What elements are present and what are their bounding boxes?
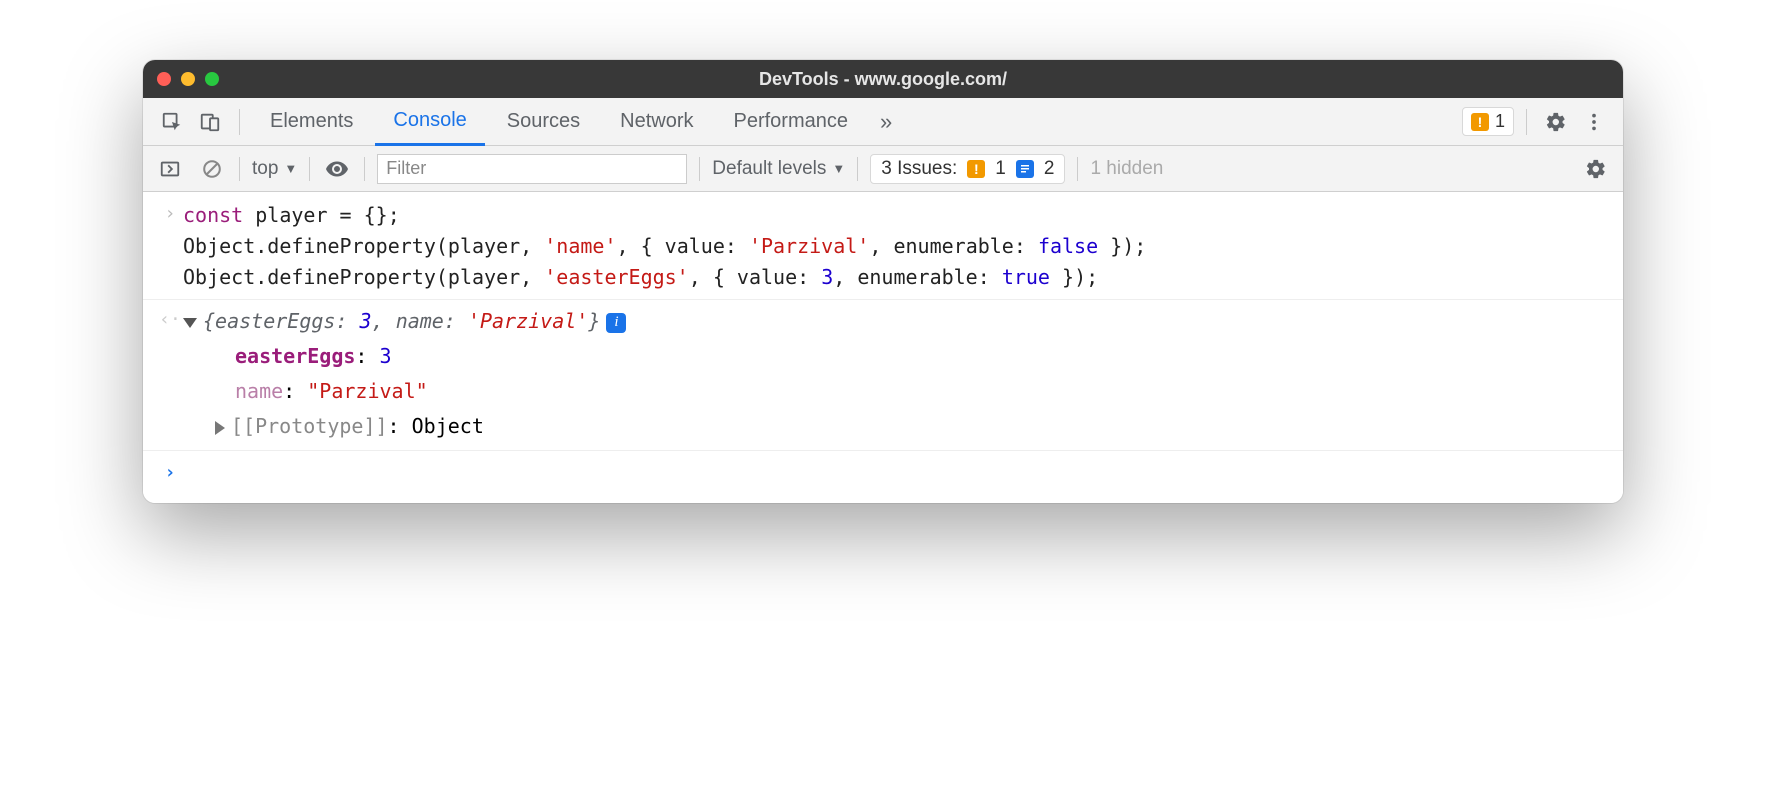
object-preview[interactable]: {easterEggs: 3, name: 'Parzival'}i xyxy=(183,306,1611,337)
devtools-window: DevTools - www.google.com/ Elements Cons… xyxy=(143,60,1623,503)
context-label: top xyxy=(252,158,278,180)
console-prompt-row[interactable]: › xyxy=(143,450,1623,489)
issues-info-count: 2 xyxy=(1044,158,1055,180)
separator xyxy=(1526,109,1527,135)
clear-console-icon[interactable] xyxy=(197,154,227,184)
tab-sources[interactable]: Sources xyxy=(489,98,598,145)
tab-elements[interactable]: Elements xyxy=(252,98,371,145)
log-levels-dropdown[interactable]: Default levels ▼ xyxy=(712,158,845,180)
tabs-overflow-button[interactable]: » xyxy=(870,109,902,135)
warnings-count: 1 xyxy=(1495,111,1505,132)
device-toggle-icon[interactable] xyxy=(193,105,227,139)
main-tabbar: Elements Console Sources Network Perform… xyxy=(143,98,1623,146)
kebab-menu-icon[interactable] xyxy=(1577,105,1611,139)
console-body: › const player = {}; Object.defineProper… xyxy=(143,192,1623,503)
issues-label: 3 Issues: xyxy=(881,158,957,180)
tab-performance[interactable]: Performance xyxy=(716,98,867,145)
sidebar-toggle-icon[interactable] xyxy=(155,154,185,184)
expand-toggle-icon[interactable] xyxy=(183,318,197,328)
console-input-row: › const player = {}; Object.defineProper… xyxy=(143,198,1623,295)
separator xyxy=(364,157,365,181)
property-easterEggs[interactable]: easterEggs: 3 xyxy=(183,341,1611,372)
separator xyxy=(239,109,240,135)
object-property-row: [[Prototype]]: Object xyxy=(143,409,1623,444)
info-badge-icon[interactable]: i xyxy=(606,313,626,333)
expand-toggle-icon[interactable] xyxy=(215,421,225,435)
prompt-marker-icon: › xyxy=(157,459,183,487)
console-settings-icon[interactable] xyxy=(1581,154,1611,184)
inspect-icon[interactable] xyxy=(155,105,189,139)
window-title: DevTools - www.google.com/ xyxy=(143,69,1623,90)
info-icon xyxy=(1016,160,1034,178)
input-marker-icon: › xyxy=(157,200,183,228)
tab-network[interactable]: Network xyxy=(602,98,711,145)
issues-button[interactable]: 3 Issues: ! 1 2 xyxy=(870,154,1065,184)
object-property-row: easterEggs: 3 xyxy=(143,339,1623,374)
live-expression-icon[interactable] xyxy=(322,154,352,184)
property-prototype[interactable]: [[Prototype]]: Object xyxy=(183,411,1611,442)
separator xyxy=(857,157,858,181)
titlebar: DevTools - www.google.com/ xyxy=(143,60,1623,98)
warning-icon: ! xyxy=(967,160,985,178)
console-toolbar: top ▼ Default levels ▼ 3 Issues: ! 1 2 1… xyxy=(143,146,1623,192)
settings-icon[interactable] xyxy=(1539,105,1573,139)
warning-icon: ! xyxy=(1471,113,1489,131)
context-selector[interactable]: top ▼ xyxy=(252,158,297,180)
filter-input[interactable] xyxy=(377,154,687,184)
code-line[interactable]: const player = {}; Object.defineProperty… xyxy=(183,200,1611,293)
output-marker-icon: ‹· xyxy=(157,306,183,334)
warnings-badge[interactable]: ! 1 xyxy=(1462,107,1514,136)
separator xyxy=(1077,157,1078,181)
object-property-row: name: "Parzival" xyxy=(143,374,1623,409)
levels-label: Default levels xyxy=(712,158,826,180)
separator xyxy=(239,157,240,181)
property-name[interactable]: name: "Parzival" xyxy=(183,376,1611,407)
tab-console[interactable]: Console xyxy=(375,99,484,146)
console-output-row: ‹· {easterEggs: 3, name: 'Parzival'}i xyxy=(143,299,1623,339)
issues-warn-count: 1 xyxy=(995,158,1006,180)
separator xyxy=(699,157,700,181)
hidden-count: 1 hidden xyxy=(1090,158,1163,180)
separator xyxy=(309,157,310,181)
